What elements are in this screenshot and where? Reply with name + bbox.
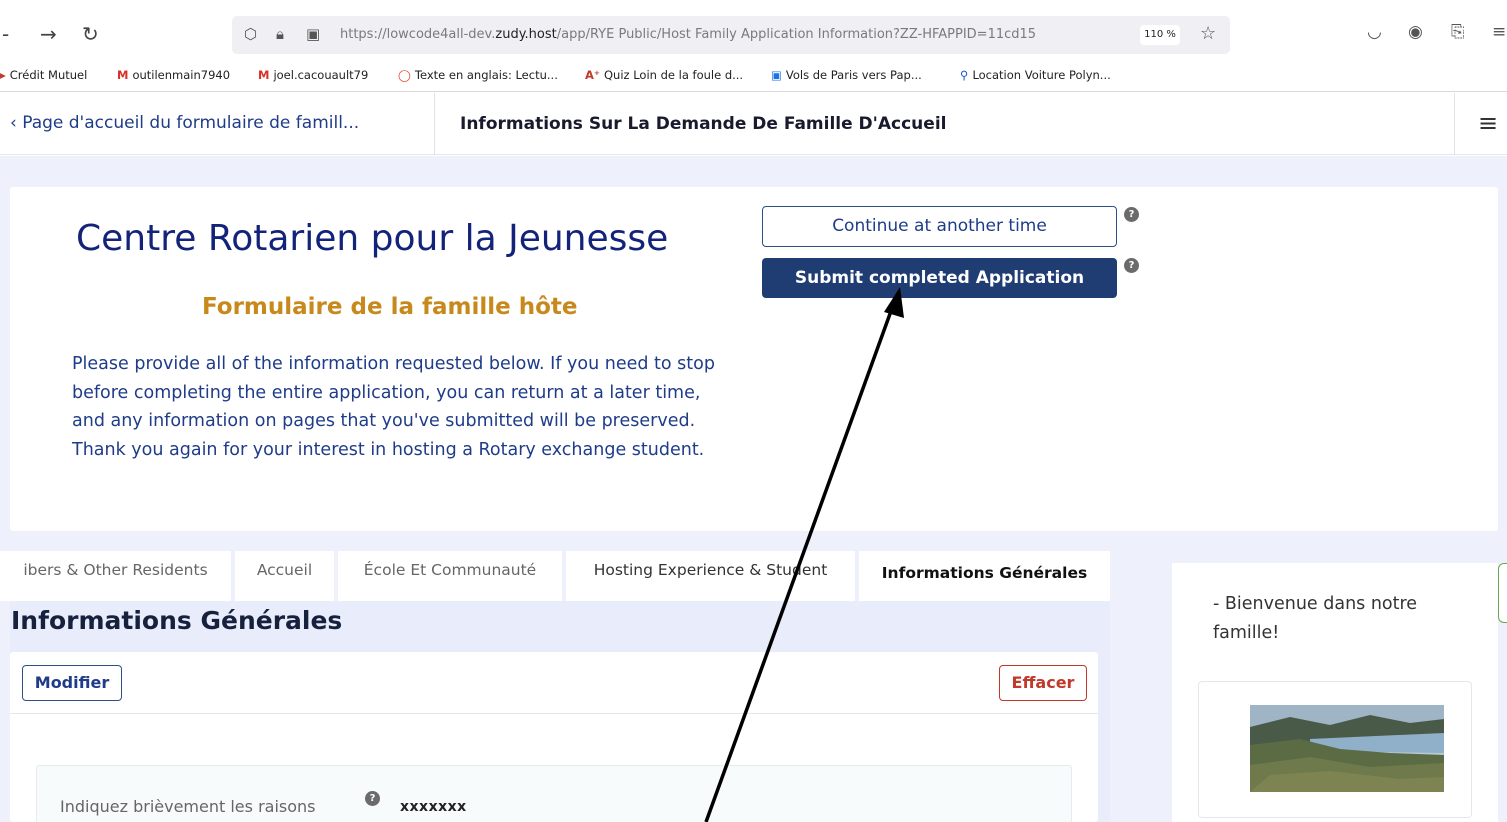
extensions-icon[interactable]: ⎘ [1451, 22, 1465, 42]
tab-members-other-residents[interactable]: ibers & Other Residents [0, 551, 231, 601]
address-bar[interactable]: ⬡ 🔒︎ ▣ https://lowcode4all-dev.zudy.host… [232, 16, 1230, 54]
bookmark-label: outilenmain7940 [132, 68, 231, 82]
bookmark-label: Crédit Mutuel [9, 68, 88, 82]
welcome-text: - Bienvenue dans notre famille! [1213, 594, 1418, 643]
form-card-divider [10, 713, 1098, 714]
tab-label: Hosting Experience & Student [593, 561, 828, 579]
bookmarks-bar: ▸ Crédit Mutuel Moutilenmain7940 Mjoel.ca… [0, 62, 1507, 92]
menu-icon[interactable]: ≡ [1492, 22, 1506, 42]
reasons-field-value: xxxxxxx [400, 799, 467, 815]
help-icon[interactable]: ? [365, 791, 380, 806]
permissions-icon[interactable]: ▣ [306, 25, 320, 43]
bank-icon: ▸ [0, 68, 6, 82]
forward-icon[interactable]: → [40, 22, 57, 46]
url-prefix: https://lowcode4all-dev. [340, 27, 496, 42]
reasons-field-label: Indiquez brièvement les raisons [60, 797, 316, 816]
bookmark-label: joel.cacouault79 [273, 68, 369, 82]
help-icon[interactable]: ? [1124, 258, 1139, 273]
section-title: Informations Générales [11, 606, 343, 635]
landscape-image-graphic [1250, 705, 1444, 792]
tab-label: Informations Générales [881, 564, 1088, 582]
form-subtitle: Formulaire de la famille hôte [202, 294, 578, 320]
bookmark-item[interactable]: ▸ Crédit Mutuel [0, 68, 87, 82]
bookmark-item[interactable]: ▣ Vols de Paris vers Pap... [771, 68, 922, 82]
help-icon[interactable]: ? [1124, 207, 1139, 222]
tab-label: École Et Communauté [363, 561, 537, 579]
intro-instructions: Please provide all of the information re… [72, 354, 715, 460]
hamburger-menu-icon[interactable]: ≡ [1478, 109, 1498, 137]
back-nav-icon[interactable]: - [2, 22, 9, 46]
tab-informations-generales[interactable]: Informations Générales [859, 551, 1110, 601]
url-host: zudy.host [495, 27, 557, 42]
clear-button[interactable]: Effacer [999, 665, 1087, 701]
bookmark-label: Vols de Paris vers Pap... [785, 68, 922, 82]
bookmark-item[interactable]: Mjoel.cacouault79 [258, 68, 368, 82]
bookmark-label: Quiz Loin de la foule d... [603, 68, 744, 82]
side-edge-tab[interactable] [1498, 563, 1507, 623]
account-icon[interactable]: ◉ [1408, 22, 1423, 42]
circle-icon: ◯ [398, 68, 411, 82]
continue-later-button[interactable]: Continue at another time [762, 206, 1117, 247]
quiz-icon: A⁺ [585, 68, 600, 82]
tab-ecole-communaute[interactable]: École Et Communauté [338, 551, 562, 601]
tab-hosting-experience[interactable]: Hosting Experience & Student [566, 551, 855, 601]
edit-button[interactable]: Modifier [22, 665, 122, 701]
bookmark-item[interactable]: ⚲ Location Voiture Polyn... [960, 68, 1111, 82]
tab-label: ibers & Other Residents [23, 561, 208, 579]
flight-icon: ▣ [771, 68, 782, 82]
header-divider [1454, 93, 1455, 155]
lock-icon[interactable]: 🔒︎ [276, 25, 284, 43]
browser-toolbar: - → ↻ ⬡ 🔒︎ ▣ https://lowcode4all-dev.zud… [0, 0, 1507, 62]
landscape-image [1250, 705, 1444, 792]
pocket-icon[interactable]: ◡ [1367, 22, 1382, 42]
submit-application-button[interactable]: Submit completed Application [762, 258, 1117, 298]
bookmark-star-icon[interactable]: ☆ [1200, 23, 1216, 44]
bookmark-item[interactable]: ◯ Texte en anglais: Lectu... [398, 68, 558, 82]
page-title: Informations Sur La Demande De Famille D… [460, 114, 947, 134]
organization-title: Centre Rotarien pour la Jeunesse [76, 218, 669, 259]
shield-icon[interactable]: ⬡ [244, 25, 257, 43]
url-path: /app/RYE Public/Host Family Application … [556, 27, 1037, 42]
gmail-icon: M [117, 68, 129, 82]
car-rental-icon: ⚲ [960, 68, 969, 82]
bookmark-label: Texte en anglais: Lectu... [414, 68, 558, 82]
app-header: ‹ Page d'accueil du formulaire de famill… [0, 93, 1507, 155]
gmail-icon: M [258, 68, 270, 82]
tab-label: Accueil [256, 561, 313, 579]
zoom-badge[interactable]: 110 % [1140, 25, 1180, 45]
url-text[interactable]: https://lowcode4all-dev.zudy.host/app/RY… [340, 27, 1036, 42]
bookmark-label: Location Voiture Polyn... [972, 68, 1111, 82]
reload-icon[interactable]: ↻ [82, 22, 99, 46]
bookmark-item[interactable]: A⁺ Quiz Loin de la foule d... [585, 68, 743, 82]
back-to-form-home-link[interactable]: ‹ Page d'accueil du formulaire de famill… [10, 113, 359, 133]
bookmark-item[interactable]: Moutilenmain7940 [117, 68, 230, 82]
header-divider [434, 93, 435, 155]
tab-accueil[interactable]: Accueil [235, 551, 334, 601]
